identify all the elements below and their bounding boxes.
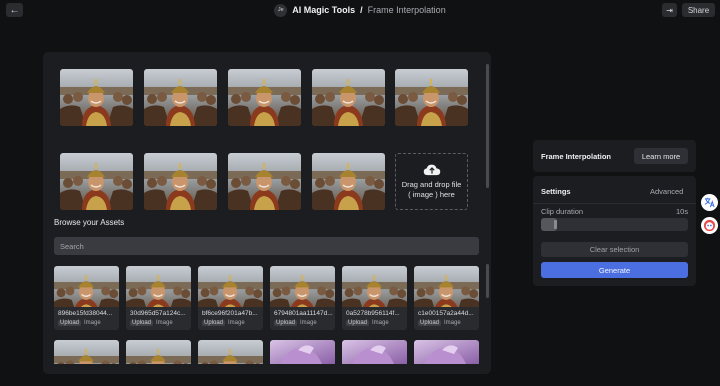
- asset-card[interactable]: 6794801aa11147d... Upload Image: [270, 266, 335, 330]
- divider: [533, 203, 696, 204]
- frame-thumbnail[interactable]: [144, 69, 217, 126]
- frames-panel: Drag and drop file ( image ) here Browse…: [43, 52, 491, 374]
- asset-source-badge: Upload: [274, 320, 298, 326]
- breadcrumb-separator: /: [360, 5, 363, 15]
- frame-thumbnail[interactable]: [60, 69, 133, 126]
- tool-title: Frame Interpolation: [541, 152, 612, 161]
- asset-source-badge: Upload: [418, 320, 442, 326]
- drop-zone-text: Drag and drop file: [401, 179, 462, 189]
- asset-filename: 30d965d57a124c...: [130, 310, 186, 317]
- assistant-button[interactable]: [701, 217, 718, 234]
- asset-source-badge: Upload: [58, 320, 82, 326]
- asset-card[interactable]: 0a5278b956114f... Upload Image: [342, 266, 407, 330]
- asset-thumbnail: [54, 266, 119, 307]
- assets-section-title: Browse your Assets: [54, 218, 125, 227]
- asset-thumbnail[interactable]: [414, 340, 479, 364]
- asset-source-badge: Upload: [346, 320, 370, 326]
- asset-card[interactable]: 30d965d57a124c... Upload Image: [126, 266, 191, 330]
- asset-card[interactable]: c1e00157a2a44d... Upload Image: [414, 266, 479, 330]
- clip-duration-slider[interactable]: [541, 218, 688, 231]
- asset-type-label: Image: [372, 320, 389, 326]
- asset-filename: 6794801aa11147d...: [274, 310, 333, 317]
- asset-type-label: Image: [156, 320, 173, 326]
- clear-selection-button[interactable]: Clear selection: [541, 242, 688, 257]
- asset-thumbnail[interactable]: [342, 340, 407, 364]
- asset-type-label: Image: [444, 320, 461, 326]
- asset-source-badge: Upload: [202, 320, 226, 326]
- asset-card[interactable]: 896be15fd38044... Upload Image: [54, 266, 119, 330]
- asset-type-label: Image: [84, 320, 101, 326]
- assistant-icon: [703, 219, 716, 232]
- translate-button[interactable]: [701, 194, 718, 211]
- asset-thumbnail[interactable]: [126, 340, 191, 364]
- frame-thumbnail[interactable]: [228, 69, 301, 126]
- asset-thumbnail: [342, 266, 407, 307]
- asset-filename: 0a5278b956114f...: [346, 310, 400, 317]
- asset-source-badge: Upload: [130, 320, 154, 326]
- asset-thumbnail: [126, 266, 191, 307]
- frame-thumbnail[interactable]: [312, 153, 385, 210]
- generate-button[interactable]: Generate: [541, 262, 688, 278]
- asset-thumbnail[interactable]: [270, 340, 335, 364]
- frame-thumbnail[interactable]: [60, 153, 133, 210]
- asset-thumbnail[interactable]: [54, 340, 119, 364]
- frame-thumbnail[interactable]: [395, 69, 468, 126]
- exit-button[interactable]: ⇥: [662, 3, 677, 17]
- translate-icon: [704, 197, 715, 208]
- frame-interpolation-card: Frame Interpolation Learn more: [533, 140, 696, 172]
- asset-filename: c1e00157a2a44d...: [418, 310, 474, 317]
- frames-scrollbar[interactable]: [486, 64, 489, 188]
- share-button[interactable]: Share: [682, 3, 715, 17]
- cloud-upload-icon: [423, 164, 440, 175]
- slider-handle[interactable]: [554, 220, 557, 229]
- clip-duration-label: Clip duration: [541, 207, 584, 216]
- asset-filename: 896be15fd38044...: [58, 310, 113, 317]
- drop-zone-subtext: ( image ) here: [408, 190, 455, 199]
- settings-title: Settings: [541, 187, 571, 196]
- file-drop-zone[interactable]: Drag and drop file ( image ) here: [395, 153, 468, 210]
- asset-card[interactable]: bf6ce96f201a47b... Upload Image: [198, 266, 263, 330]
- advanced-toggle[interactable]: Advanced: [650, 187, 683, 196]
- asset-thumbnail[interactable]: [198, 340, 263, 364]
- exit-icon: ⇥: [666, 5, 673, 15]
- learn-more-button[interactable]: Learn more: [634, 148, 688, 164]
- asset-thumbnail: [198, 266, 263, 307]
- assets-scrollbar[interactable]: [486, 264, 489, 298]
- clip-duration-value: 10s: [676, 207, 689, 216]
- app-name[interactable]: AI Magic Tools: [292, 5, 355, 15]
- frame-thumbnail[interactable]: [312, 69, 385, 126]
- asset-type-label: Image: [228, 320, 245, 326]
- asset-thumbnail: [270, 266, 335, 307]
- asset-filename: bf6ce96f201a47b...: [202, 310, 258, 317]
- settings-card: Settings Advanced Clip duration 10s Clea…: [533, 176, 696, 286]
- asset-thumbnail: [414, 266, 479, 307]
- asset-type-label: Image: [300, 320, 317, 326]
- search-input[interactable]: [54, 237, 479, 255]
- frame-thumbnail[interactable]: [144, 153, 217, 210]
- breadcrumb: Je AI Magic Tools / Frame Interpolation: [0, 3, 720, 17]
- page-title: Frame Interpolation: [367, 5, 446, 15]
- avatar[interactable]: Je: [274, 3, 288, 17]
- frame-thumbnail[interactable]: [228, 153, 301, 210]
